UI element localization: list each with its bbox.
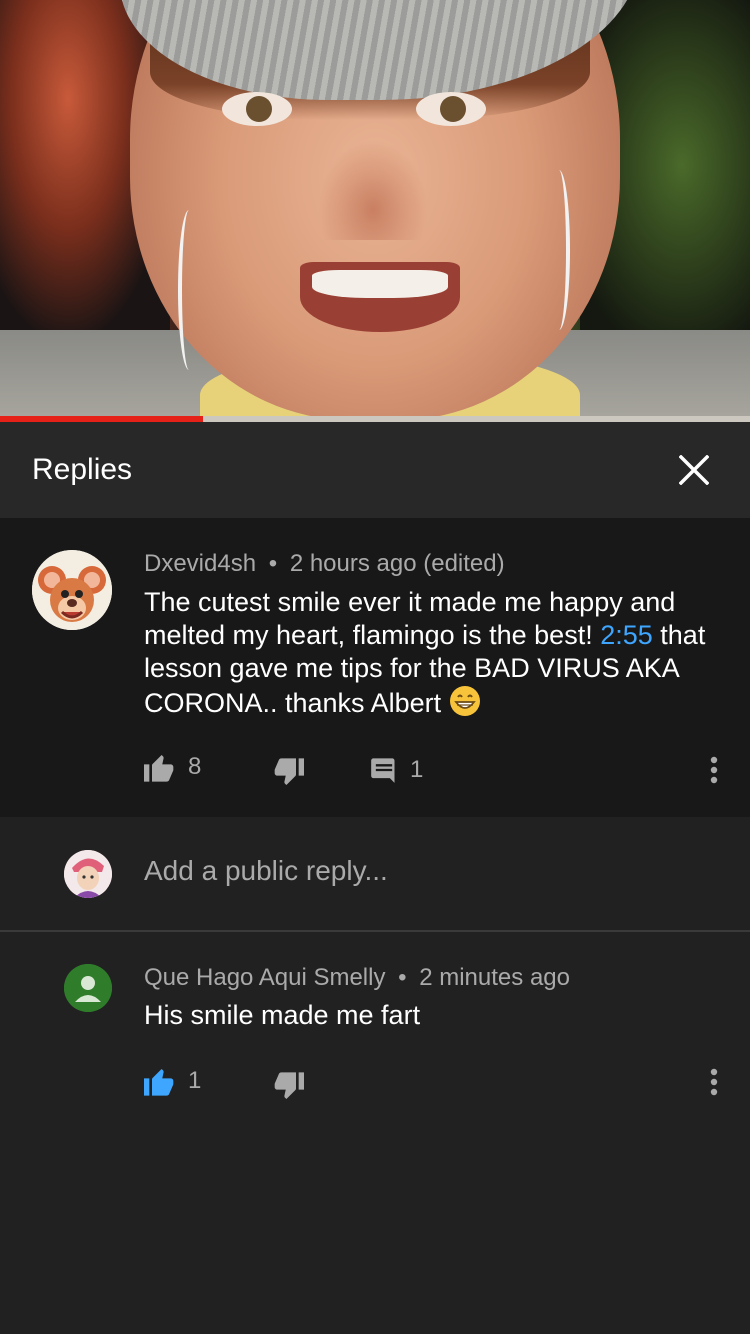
user-avatar bbox=[64, 850, 112, 898]
reply-count: 1 bbox=[410, 756, 424, 783]
reply-button[interactable]: 1 bbox=[370, 756, 423, 784]
meta-separator: • bbox=[268, 550, 278, 577]
comment-time: 2 minutes ago bbox=[419, 964, 570, 991]
dislike-button[interactable] bbox=[272, 758, 304, 788]
comment-text-part: The cutest smile ever it made me happy a… bbox=[144, 587, 676, 650]
reply-comment-icon bbox=[371, 758, 395, 783]
grinning-face-emoji-icon bbox=[449, 686, 480, 716]
comment-author[interactable]: Dxevid4sh bbox=[144, 550, 256, 577]
add-reply-row: Add a public reply... bbox=[0, 817, 750, 932]
thumbs-up-icon bbox=[144, 755, 174, 782]
parent-comment: Dxevid4sh • 2 hours ago (edited) The cut… bbox=[0, 518, 750, 817]
comment-text: The cutest smile ever it made me happy a… bbox=[144, 586, 714, 720]
avatar[interactable] bbox=[64, 964, 112, 1012]
comment-time: 2 hours ago (edited) bbox=[289, 550, 505, 577]
replies-header: Replies bbox=[0, 422, 750, 519]
thumbs-down-icon bbox=[274, 758, 304, 785]
video-person-eye bbox=[416, 92, 486, 126]
reply-comment: Que Hago Aqui Smelly • 2 minutes ago His… bbox=[0, 932, 750, 1132]
avatar[interactable] bbox=[32, 550, 112, 630]
more-vertical-icon bbox=[710, 756, 718, 784]
comment-text: His smile made me fart bbox=[144, 1000, 421, 1030]
mouse-cartoon-avatar-icon bbox=[32, 550, 112, 630]
thumbs-down-icon bbox=[274, 1072, 304, 1099]
like-button[interactable]: 8 bbox=[144, 752, 201, 782]
dislike-button[interactable] bbox=[272, 1072, 304, 1102]
more-options-button[interactable] bbox=[694, 1052, 734, 1112]
earbud-cable bbox=[548, 170, 570, 330]
thumbs-up-icon bbox=[144, 1069, 174, 1096]
more-options-button[interactable] bbox=[694, 740, 734, 800]
public-reply-input[interactable]: Add a public reply... bbox=[144, 855, 388, 887]
default-user-avatar-icon bbox=[64, 964, 112, 1012]
comment-meta: Que Hago Aqui Smelly • 2 minutes ago bbox=[144, 964, 570, 992]
earbud-cable bbox=[178, 210, 200, 370]
like-count: 8 bbox=[188, 753, 202, 780]
close-button[interactable] bbox=[646, 422, 742, 518]
like-count: 1 bbox=[188, 1067, 202, 1094]
comment-author[interactable]: Que Hago Aqui Smelly bbox=[144, 964, 385, 991]
replies-title: Replies bbox=[32, 453, 133, 486]
video-person-smile bbox=[300, 262, 460, 332]
more-vertical-icon bbox=[710, 1068, 718, 1096]
video-person-nose bbox=[318, 140, 428, 240]
video-player[interactable] bbox=[0, 0, 750, 422]
video-person-eye bbox=[222, 92, 292, 126]
close-icon bbox=[679, 455, 709, 485]
anime-character-avatar-icon bbox=[64, 850, 112, 898]
comment-meta: Dxevid4sh • 2 hours ago (edited) bbox=[144, 550, 505, 578]
timestamp-link[interactable]: 2:55 bbox=[600, 620, 653, 650]
meta-separator: • bbox=[398, 964, 407, 991]
like-button[interactable]: 1 bbox=[144, 1066, 201, 1096]
